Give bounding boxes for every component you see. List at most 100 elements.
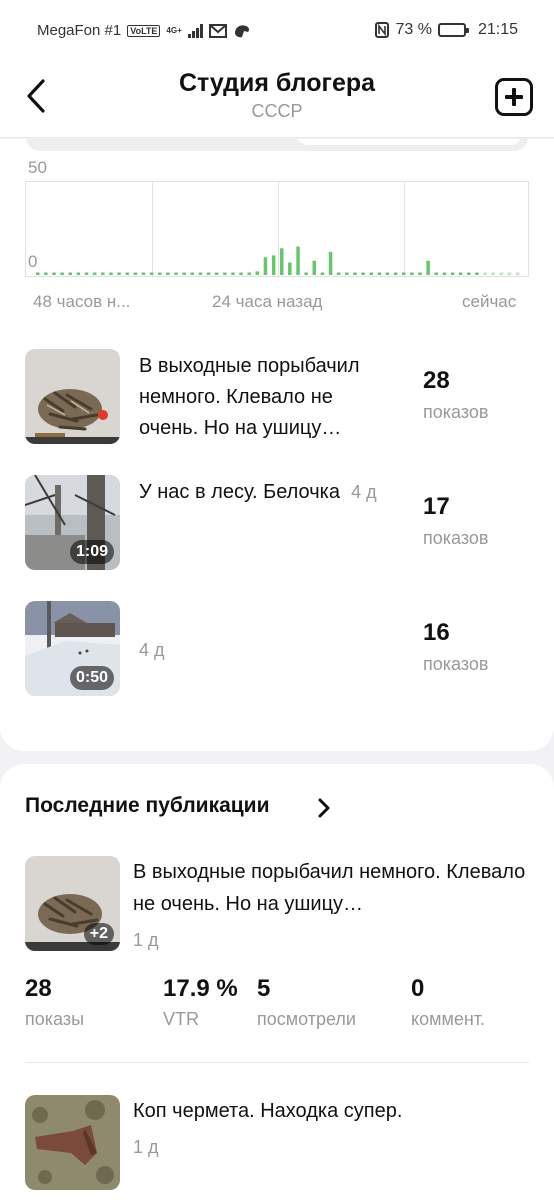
chart-bar (133, 272, 138, 275)
chart-bar (158, 272, 162, 275)
top-post-1[interactable]: В выходные порыбачил немного. Клевало не… (25, 349, 535, 445)
views-count: 28 (423, 367, 450, 394)
chart-bar (84, 272, 89, 275)
chart-bar (44, 272, 48, 275)
chart-bar (141, 272, 146, 275)
views-label: показов (423, 402, 489, 422)
views-count: 16 (423, 619, 450, 646)
battery-icon (437, 23, 469, 37)
app-notification-icon (234, 24, 249, 37)
period-switcher[interactable] (26, 139, 528, 151)
post-thumbnail[interactable]: +2 (25, 856, 120, 951)
chart-canvas (36, 182, 520, 278)
top-post-3[interactable]: 0:50 4 д 16 показов (25, 601, 535, 697)
chart-bar (336, 272, 341, 275)
section-title[interactable]: Последние публикации (25, 794, 269, 818)
post-text: В выходные порыбачил немного. Клевало не… (139, 355, 360, 439)
chart-bar (149, 272, 154, 275)
post-caption: У нас в лесу. Белочка (139, 481, 340, 503)
chart-bar (426, 260, 430, 275)
chevron-right-icon[interactable] (316, 797, 332, 819)
chart-bar (353, 272, 357, 275)
mail-icon (208, 23, 227, 38)
chart-bar (214, 272, 219, 275)
chart-bar (125, 272, 129, 275)
views-chart (25, 181, 529, 278)
chart-bar (369, 272, 373, 275)
chart-bar (263, 257, 268, 275)
video-duration: 0:50 (69, 666, 114, 690)
post-text: 4 д (139, 635, 389, 666)
post-text: У нас в лесу. Белочка 4 д (139, 477, 389, 508)
divider (25, 1062, 529, 1063)
stat-label: посмотрели (257, 1009, 356, 1029)
post-age: 1 д (133, 1137, 159, 1157)
chart-bar (288, 262, 292, 275)
stat-vtr: 17.9 % VTR (163, 975, 238, 1030)
app-header: Студия блогера СССР (0, 64, 554, 138)
post-age: 4 д (139, 640, 165, 660)
chart-bar (499, 272, 504, 275)
chart-bar (271, 255, 276, 275)
chart-bar (223, 272, 227, 275)
page-title: Студия блогера (178, 69, 376, 97)
post-thumbnail[interactable] (25, 1095, 120, 1190)
views-count: 17 (423, 493, 450, 520)
video-thumbnail[interactable]: 1:09 (25, 475, 120, 570)
chart-x-label-mid: 24 часа назад (212, 292, 323, 311)
recent-publications-card: Последние публикации +2 В выходные порыб… (0, 764, 554, 1200)
status-bar-right: 73 % 21:15 (375, 21, 518, 39)
chart-bar (247, 272, 251, 275)
network-type: 4G+ (166, 25, 182, 35)
chart-x-label-end: сейчас (462, 292, 517, 311)
post-thumbnail[interactable] (25, 349, 120, 444)
chart-bar (483, 272, 487, 275)
status-bar: MegaFon #1 VoLTE 4G+ 73 % 21:15 (0, 0, 554, 64)
publication-2[interactable]: Коп чермета. Находка супер. 1 д (25, 1095, 535, 1195)
chart-bar (109, 272, 113, 275)
volte-icon: VoLTE (127, 24, 161, 37)
chart-bar (36, 272, 40, 275)
chart-bar (174, 272, 178, 275)
video-duration: 1:09 (69, 540, 114, 564)
chart-bar (239, 272, 243, 275)
battery-percent: 73 % (395, 21, 432, 38)
chart-bar (92, 272, 97, 275)
stat-comments: 0 коммент. (411, 975, 485, 1030)
add-post-button[interactable] (495, 78, 533, 116)
stat-watched: 5 посмотрели (257, 975, 356, 1030)
stat-label: VTR (163, 1009, 199, 1029)
chart-x-label-start: 48 часов н... (33, 292, 131, 311)
chart-bar (361, 272, 365, 275)
chart-bar (296, 246, 300, 275)
chart-bar (410, 272, 414, 275)
period-switcher-active[interactable] (296, 139, 522, 145)
top-post-2[interactable]: 1:09 У нас в лесу. Белочка 4 д 17 показо… (25, 475, 535, 571)
chart-bar (328, 251, 333, 275)
chart-bar (418, 272, 422, 275)
chart-bar (458, 272, 463, 275)
chart-bar (166, 272, 170, 275)
chart-y-min-label: 0 (28, 252, 38, 271)
chart-y-max-label: 50 (28, 158, 47, 177)
chart-bar (76, 272, 81, 275)
chart-bar (385, 272, 390, 275)
chart-bar (515, 272, 520, 275)
chart-bar (304, 272, 308, 275)
chart-bar (467, 272, 471, 275)
stat-value: 0 (411, 975, 425, 1002)
stats-card: 50 0 48 часов н... 24 часа назад сейчас … (0, 139, 554, 751)
video-thumbnail[interactable]: 0:50 (25, 601, 120, 696)
views-label: показов (423, 654, 489, 674)
chart-bar (60, 272, 64, 275)
chart-bar (345, 272, 349, 275)
stat-value: 5 (257, 975, 271, 1002)
chart-bar (206, 272, 211, 275)
stat-label: показы (25, 1009, 85, 1029)
chart-bar (117, 272, 121, 275)
chart-bar (442, 272, 447, 275)
views-label: показов (423, 528, 489, 548)
post-text: В выходные порыбачил немного. Клевало не… (133, 861, 526, 915)
fish-photo-image (25, 349, 120, 444)
nfc-icon (375, 22, 390, 38)
